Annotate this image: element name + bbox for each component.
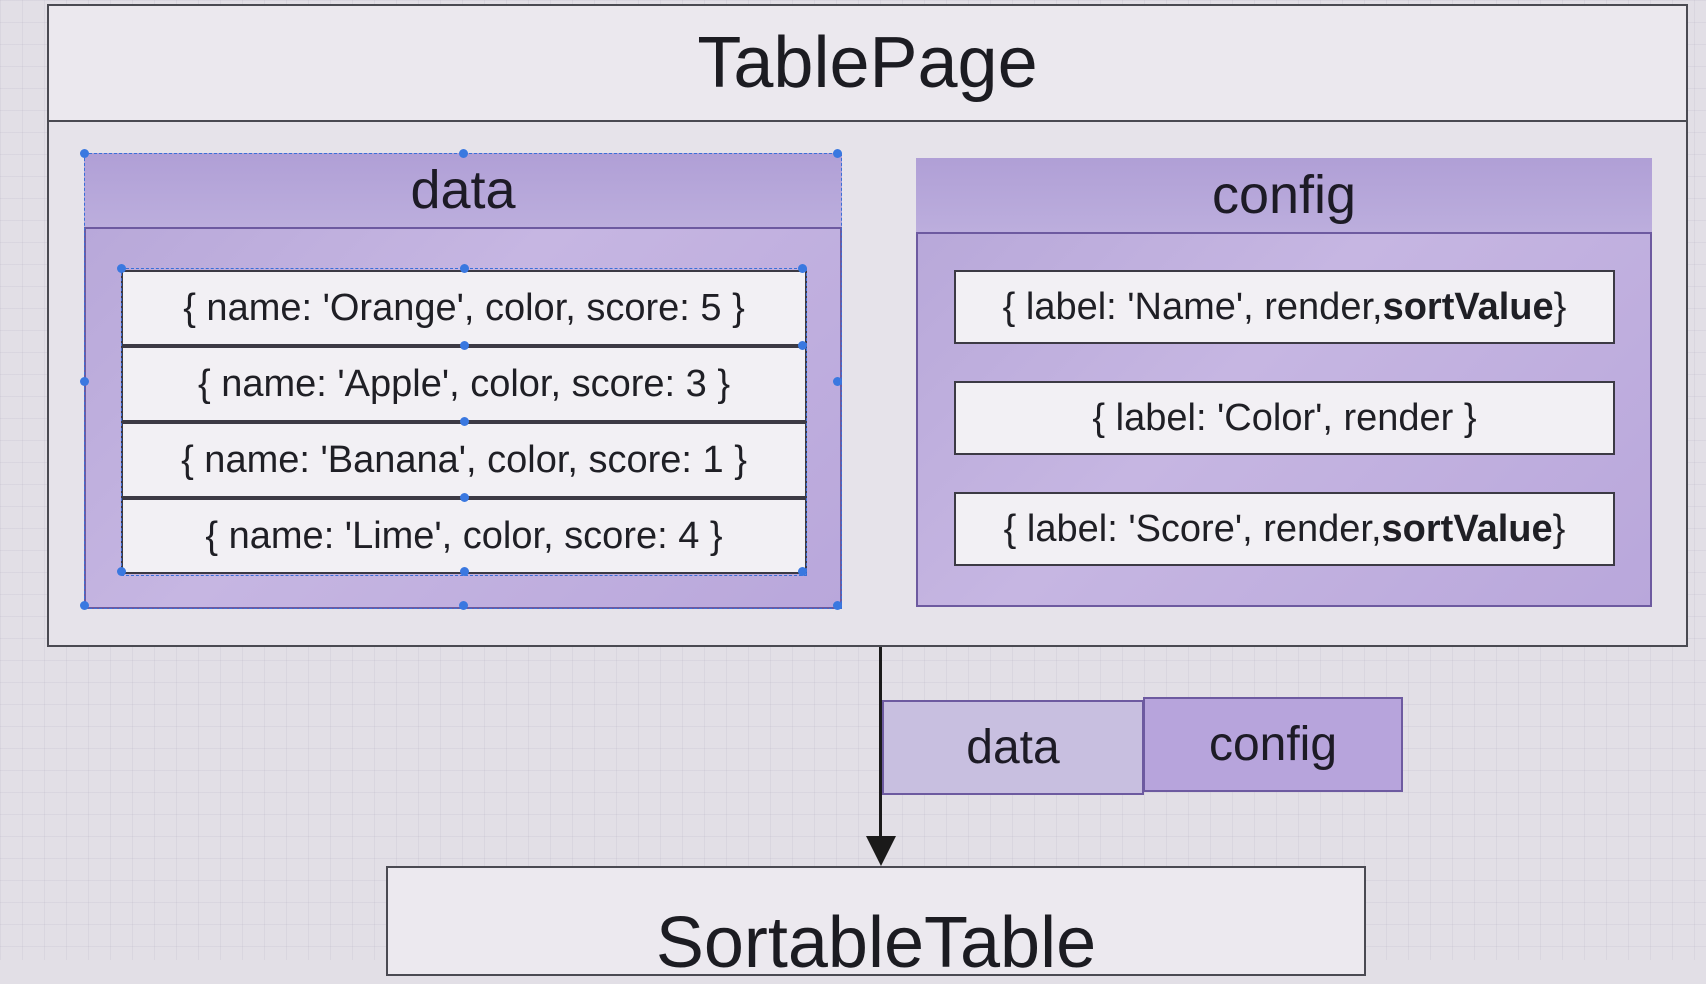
config-row-name[interactable]: { label: 'Name', render, sortValue }	[954, 270, 1615, 344]
config-row-text: { label: 'Color', render }	[1092, 396, 1477, 439]
selection-handle[interactable]	[460, 417, 469, 426]
config-row-color[interactable]: { label: 'Color', render }	[954, 381, 1615, 455]
sortabletable-title: SortableTable	[655, 903, 1097, 983]
prop-config[interactable]: config	[1143, 697, 1403, 792]
config-row-score[interactable]: { label: 'Score', render, sortValue }	[954, 492, 1615, 566]
diagram-canvas: TablePage data { name: 'Orange', color, …	[0, 0, 1706, 983]
config-panel-title: config	[916, 158, 1652, 234]
selection-handle[interactable]	[80, 601, 89, 610]
config-row-suffix: }	[1553, 285, 1567, 328]
selection-handle[interactable]	[460, 341, 469, 350]
arrow-down-icon	[866, 836, 896, 866]
sortvalue-keyword: sortValue	[1381, 507, 1553, 550]
selection-handle[interactable]	[833, 601, 842, 610]
config-row-text: { label: 'Score', render,	[1003, 507, 1382, 550]
selection-handle[interactable]	[833, 149, 842, 158]
selection-handle[interactable]	[460, 567, 469, 576]
selection-handle[interactable]	[798, 341, 807, 350]
selection-handle[interactable]	[460, 264, 469, 273]
sortvalue-keyword: sortValue	[1382, 285, 1554, 328]
selection-handle[interactable]	[80, 149, 89, 158]
selection-handle[interactable]	[798, 264, 807, 273]
selection-handle[interactable]	[833, 377, 842, 386]
selection-handle[interactable]	[459, 149, 468, 158]
config-row-text: { label: 'Name', render,	[1002, 285, 1383, 328]
selection-handle[interactable]	[80, 377, 89, 386]
data-rows-selection	[117, 264, 807, 576]
selection-handle[interactable]	[798, 567, 807, 576]
selection-handle[interactable]	[117, 264, 126, 273]
selection-handle[interactable]	[460, 493, 469, 502]
tablepage-title: TablePage	[47, 4, 1688, 122]
config-row-suffix: }	[1552, 507, 1566, 550]
selection-handle[interactable]	[459, 601, 468, 610]
prop-data[interactable]: data	[882, 700, 1144, 795]
selection-handle[interactable]	[117, 567, 126, 576]
